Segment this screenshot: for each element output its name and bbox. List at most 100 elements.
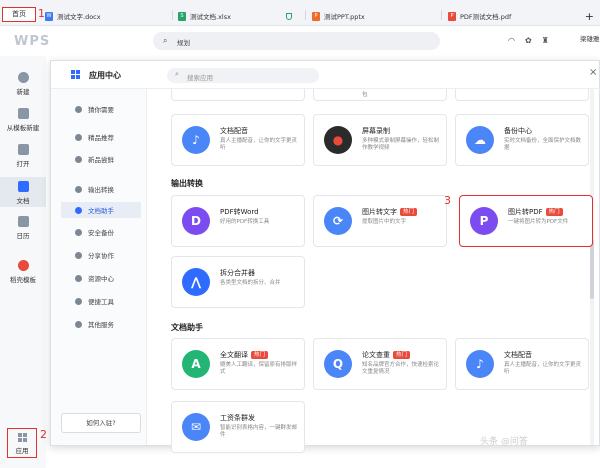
app-card-desc: 一键将图片转为PDF文件 xyxy=(508,219,569,225)
search-input[interactable]: 规划 xyxy=(177,37,190,47)
app-card-dubbing[interactable]: ♪ 文档配音 真人主播配音，让你的文字更灵听 xyxy=(171,114,305,166)
app-card-name: 拆分合并器 xyxy=(220,269,255,277)
microphone-glyph: ♪ xyxy=(476,357,484,371)
tab-doc-excel[interactable]: S 测试文档.xlsx xyxy=(178,8,231,24)
sidebar-item-open[interactable]: 打开 xyxy=(0,144,46,168)
tab-doc-word[interactable]: W 测试文字.docx xyxy=(45,8,101,24)
category-item[interactable]: 安全备份 xyxy=(61,224,141,240)
tab-home[interactable]: 首页 xyxy=(2,7,36,22)
tab-doc-pdf[interactable]: P PDF测试文档.pdf xyxy=(448,8,511,24)
ocr-glyph: ⟳ xyxy=(332,214,344,228)
app-card-desc: 好用的PDF转换工具 xyxy=(220,219,270,225)
category-label: 文档助手 xyxy=(88,207,114,215)
convert-icon xyxy=(75,185,82,193)
sidebar-item-docer-templates[interactable]: 稻壳模板 xyxy=(0,260,46,284)
sidebar-item-from-template[interactable]: 从模板新建 xyxy=(0,108,46,132)
docer-icon xyxy=(17,260,29,271)
hot-badge: 热门 xyxy=(545,208,563,216)
category-item[interactable]: 文档助手 xyxy=(61,202,141,218)
app-card-desc: 实时文档备份，全面保护文档数据 xyxy=(504,138,582,151)
cloud-glyph: ☁ xyxy=(474,133,486,147)
excel-file-icon: S xyxy=(178,11,186,21)
toolbar-icons: ◠ ✿ ♜ xyxy=(508,36,549,45)
category-item[interactable]: 新品尝鲜 xyxy=(61,151,141,167)
shirt-icon[interactable]: ♜ xyxy=(542,36,549,45)
app-card-desc: 智能识别表格内容，一键群发邮件 xyxy=(220,425,298,438)
section-title: 文档助手 xyxy=(171,323,203,332)
partial-card xyxy=(455,89,589,101)
category-label: 输出转换 xyxy=(88,186,114,194)
translate-glyph: A xyxy=(191,357,201,371)
apps-grid-icon xyxy=(71,70,80,79)
calendar-icon xyxy=(17,216,29,227)
annotation-3: 3 xyxy=(444,194,451,207)
close-button[interactable]: × xyxy=(589,67,597,78)
category-item[interactable]: 分享协作 xyxy=(61,247,141,263)
category-item[interactable]: 便捷工具 xyxy=(61,293,141,309)
app-card-plagiarism-check[interactable]: Q 论文查重 热门 知名品牌官方合作，快速检索论文重复情况 xyxy=(313,338,447,390)
app-card-image-to-pdf[interactable]: P 图片转PDF 热门 一键将图片转为PDF文件 xyxy=(459,195,593,247)
app-card-desc: 知名品牌官方合作，快速检索论文重复情况 xyxy=(362,362,440,375)
folder-icon xyxy=(17,144,29,155)
app-card-dubbing-2[interactable]: ♪ 文档配音 真人主播配音，让你的文字更灵听 xyxy=(455,338,589,390)
how-to-join-button[interactable]: 如何入驻? xyxy=(61,413,141,433)
category-label: 资源中心 xyxy=(88,275,114,283)
search-icon: ⌕ xyxy=(163,36,168,45)
gear-icon[interactable]: ✿ xyxy=(525,36,532,45)
lightning-icon xyxy=(75,297,82,305)
new-tab-button[interactable]: + xyxy=(585,10,594,23)
app-card-desc: 多种模式录制屏幕操作，轻松制作教学视频 xyxy=(362,138,440,151)
microphone-glyph: ♪ xyxy=(192,133,200,147)
app-card-screen-record[interactable]: ● 屏幕录制 多种模式录制屏幕操作，轻松制作教学视频 xyxy=(313,114,447,166)
document-icon xyxy=(17,181,29,192)
category-item[interactable]: 资源中心 xyxy=(61,270,141,286)
sidebar-item-calendar[interactable]: 日历 xyxy=(0,216,46,240)
category-item[interactable]: 输出转换 xyxy=(61,181,141,197)
app-search[interactable]: ⌕ 搜索应用 xyxy=(167,68,319,83)
check-glyph: Q xyxy=(332,357,344,371)
headset-icon[interactable]: ◠ xyxy=(508,36,515,45)
app-card-split-merge[interactable]: ⋀ 拆分合并器 各类型文档的拆分、合并 xyxy=(171,256,305,308)
tab-label: 测试PPT.pptx xyxy=(324,13,365,21)
category-item[interactable]: 精品推荐 xyxy=(61,129,141,145)
app-card-name: 论文查重 热门 xyxy=(362,350,411,360)
apps-grid-icon xyxy=(17,433,27,442)
scrollbar-thumb[interactable] xyxy=(590,239,594,299)
category-label: 新品尝鲜 xyxy=(88,156,114,164)
app-card-name: PDF转Word xyxy=(220,208,259,216)
category-item[interactable]: 猜你需要 xyxy=(61,101,141,117)
app-card-pdf-to-word[interactable]: D PDF转Word 好用的PDF转换工具 xyxy=(171,195,305,247)
app-card-name: 图片转文字 热门 xyxy=(362,207,418,217)
app-center-panel: 应用中心 ⌕ 搜索应用 × 猜你需要 精品推荐 新品尝鲜 输出转换 文档助手 安… xyxy=(50,60,600,453)
record-glyph: ● xyxy=(332,133,344,147)
app-card-desc: 提取图片中的文字 xyxy=(362,219,407,225)
tab-doc-ppt[interactable]: P 测试PPT.pptx xyxy=(312,8,365,24)
tab-label: 测试文字.docx xyxy=(57,13,101,21)
category-item[interactable]: 其他服务 xyxy=(61,316,141,332)
user-name[interactable]: 梁雄雅 xyxy=(580,33,600,43)
app-card-name: 备份中心 xyxy=(504,127,532,135)
sidebar-item-documents[interactable]: 文档 xyxy=(0,177,46,207)
app-card-translate[interactable]: A 全文翻译 热门 媲美人工翻译，保留原有排版样式 xyxy=(171,338,305,390)
app-card-backup[interactable]: ☁ 备份中心 实时文档备份，全面保护文档数据 xyxy=(455,114,589,166)
app-card-image-to-text[interactable]: ⟳ 图片转文字 热门 提取图片中的文字 xyxy=(313,195,447,247)
annotation-2: 2 xyxy=(40,428,47,441)
annotation-1: 1 xyxy=(38,7,45,20)
app-card-payslip[interactable]: ✉ 工资条群发 智能识别表格内容，一键群发邮件 xyxy=(171,401,305,453)
split-merge-glyph: ⋀ xyxy=(190,275,202,289)
tab-divider xyxy=(172,10,173,20)
sidebar-item-new[interactable]: 新建 xyxy=(0,72,46,96)
apps-button[interactable]: 应用 xyxy=(7,428,37,458)
sidebar-item-label: 稻壳模板 xyxy=(10,276,36,284)
tab-label: PDF测试文档.pdf xyxy=(460,13,512,21)
app-search-input[interactable]: 搜索应用 xyxy=(187,72,213,82)
app-card-name: 文档配音 xyxy=(504,351,532,359)
search-icon: ⌕ xyxy=(175,70,179,78)
app-card-desc: 真人主播配音，让你的文字更灵听 xyxy=(220,138,298,151)
app-card-name: 屏幕录制 xyxy=(362,127,390,135)
app-card-name: 全文翻译 热门 xyxy=(220,350,269,360)
apps-button-label: 应用 xyxy=(15,447,29,455)
mail-glyph: ✉ xyxy=(190,420,202,434)
global-search[interactable]: ⌕ 规划 xyxy=(153,32,440,50)
partial-card: 包 xyxy=(313,89,447,101)
